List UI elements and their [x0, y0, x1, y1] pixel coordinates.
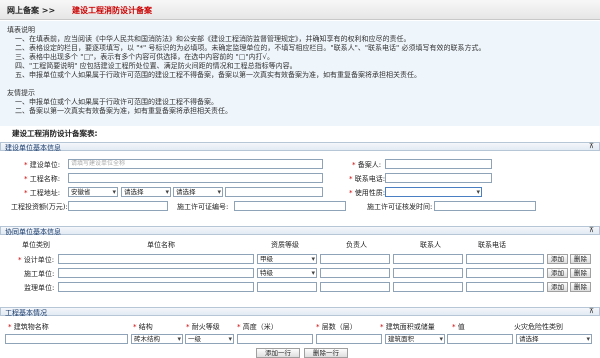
filer-label: * 备案人: — [352, 161, 382, 169]
col-header: * 结构 — [133, 323, 153, 331]
construction-unit-label: 施工单位: — [24, 270, 55, 278]
collapse-icon[interactable]: ⊼ — [589, 307, 594, 315]
phone-label: * 联系电话: — [349, 175, 386, 183]
delete-button[interactable]: 删除 — [570, 268, 591, 278]
phone-input[interactable] — [385, 173, 492, 183]
col-header: 联系电话 — [478, 241, 506, 249]
col-header: * 高度（米） — [237, 323, 278, 331]
section-header-build-unit[interactable]: 建设单位基本信息 ⊼ — [0, 142, 600, 152]
col-header: 资质等级 — [271, 241, 299, 249]
add-button[interactable]: 添加 — [547, 254, 568, 264]
fire-rating-select[interactable]: 一级 — [185, 334, 234, 344]
project-label: * 工程名称: — [24, 175, 61, 183]
col-header: 单位类别 — [22, 241, 50, 249]
construction-unit-head-input[interactable] — [320, 268, 390, 278]
invest-input[interactable] — [68, 201, 168, 211]
instruction-line: 五、申报单位或个人如果属于行政许可范围的建设工程不得备案，备案以第一次真实有效备… — [15, 71, 421, 79]
use-select[interactable] — [385, 187, 482, 197]
supervision-unit-label: 监理单位: — [24, 284, 55, 292]
col-header: 联系人 — [420, 241, 441, 249]
supervision-unit-contact-input[interactable] — [393, 282, 463, 292]
district-select[interactable]: 请选择 — [173, 187, 223, 197]
section-title: 建设单位基本信息 — [5, 144, 61, 152]
building-name-input[interactable] — [5, 334, 128, 344]
construction-unit-name-input[interactable] — [58, 268, 254, 278]
permit-no-label: 施工许可证编号: — [177, 203, 229, 211]
structure-select[interactable]: 砖木结构 — [131, 334, 183, 344]
permit-date-label: 施工许可证核发时间: — [367, 203, 433, 211]
value-input[interactable] — [447, 334, 513, 344]
unit-label: * 建设单位: — [24, 161, 61, 169]
supervision-unit-grade-input[interactable] — [257, 282, 317, 292]
design-unit-head-input[interactable] — [320, 254, 390, 264]
design-unit-label: * 设计单位: — [18, 256, 55, 264]
col-header: 负责人 — [346, 241, 367, 249]
col-header: * 建筑面积或储量 — [380, 323, 435, 331]
unit-input[interactable]: 请填写建设单位全称 — [68, 159, 323, 169]
col-header: * 值 — [452, 323, 465, 331]
breadcrumb-current: 建设工程消防设计备案 — [72, 6, 152, 15]
section-title: 协同单位基本信息 — [5, 228, 61, 236]
delete-button[interactable]: 删除 — [570, 254, 591, 264]
section-header-project-info[interactable]: 工程基本情况 ⊼ — [0, 307, 600, 317]
delete-row-button[interactable]: 删除一行 — [304, 348, 348, 358]
filer-input[interactable] — [385, 159, 492, 169]
col-header: 火灾危险性类别 — [514, 323, 563, 331]
add-button[interactable]: 添加 — [547, 282, 568, 292]
instructions-panel: 填表说明 一、在填表前，应当阅读《中华人民共和国消防法》和公安部《建设工程消防监… — [0, 21, 600, 126]
invest-label: 工程投资额(万元): — [11, 203, 68, 211]
collapse-icon[interactable]: ⊼ — [589, 142, 594, 150]
project-input[interactable] — [68, 173, 323, 183]
tip-line: 二、备案以第一次真实有效备案为准，如有重复备案将承担相关责任。 — [15, 107, 232, 115]
address-input[interactable] — [225, 187, 323, 197]
col-header: 单位名称 — [147, 241, 175, 249]
floors-input[interactable] — [316, 334, 382, 344]
address-label: * 工程地址: — [24, 189, 61, 197]
col-header: * 耐火等级 — [186, 323, 220, 331]
construction-unit-contact-input[interactable] — [393, 268, 463, 278]
add-button[interactable]: 添加 — [547, 268, 568, 278]
height-input[interactable] — [237, 334, 313, 344]
delete-button[interactable]: 删除 — [570, 282, 591, 292]
breadcrumb-bar: 网上备案 >> 建设工程消防设计备案 — [0, 0, 600, 20]
permit-no-input[interactable] — [234, 201, 346, 211]
add-row-button[interactable]: 添加一行 — [256, 348, 300, 358]
form-title: 建设工程消防设计备案表: — [12, 129, 98, 138]
supervision-unit-head-input[interactable] — [320, 282, 390, 292]
col-header: * 层数（层） — [316, 323, 357, 331]
design-unit-name-input[interactable] — [58, 254, 254, 264]
col-header: * 建筑物名称 — [8, 323, 49, 331]
supervision-unit-name-input[interactable] — [58, 282, 254, 292]
city-select[interactable]: 请选择 — [121, 187, 171, 197]
permit-date-input[interactable] — [434, 201, 536, 211]
section-header-partner-unit[interactable]: 协同单位基本信息 ⊼ — [0, 226, 600, 236]
design-unit-contact-input[interactable] — [393, 254, 463, 264]
collapse-icon[interactable]: ⊼ — [589, 226, 594, 234]
province-select[interactable]: 安徽省 — [68, 187, 118, 197]
fire-risk-select[interactable]: 请选择 — [516, 334, 592, 344]
breadcrumb-root[interactable]: 网上备案 >> — [7, 5, 55, 16]
use-label: * 使用性质: — [349, 189, 386, 197]
area-type-select[interactable]: 建筑面积 — [385, 334, 445, 344]
construction-unit-phone-input[interactable] — [466, 268, 544, 278]
design-unit-grade-select[interactable]: 甲级 — [257, 254, 317, 264]
design-unit-phone-input[interactable] — [466, 254, 544, 264]
supervision-unit-phone-input[interactable] — [466, 282, 544, 292]
construction-unit-grade-select[interactable]: 特级 — [257, 268, 317, 278]
section-title: 工程基本情况 — [5, 309, 47, 317]
